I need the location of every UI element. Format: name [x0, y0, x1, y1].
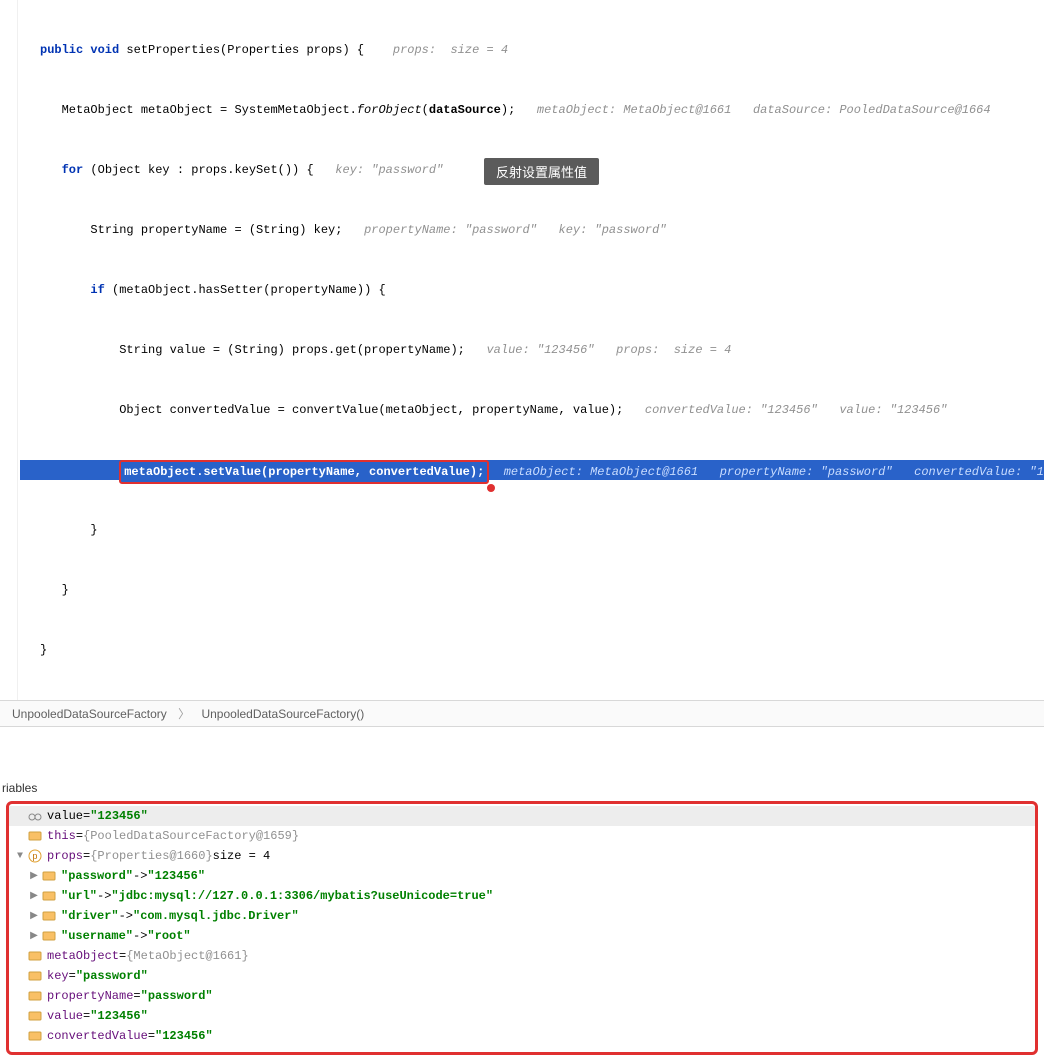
svg-text:p: p: [32, 852, 37, 862]
object-icon: [41, 908, 57, 924]
var-value: "123456": [155, 1029, 213, 1043]
breadcrumb-class[interactable]: UnpooledDataSourceFactory: [8, 707, 171, 721]
expand-arrow-icon[interactable]: ▼: [13, 851, 27, 862]
var-key: "password": [61, 869, 133, 883]
current-execution-line: metaObject.setValue(propertyName, conver…: [20, 460, 1044, 480]
editor-gutter: [0, 0, 18, 700]
object-icon: [27, 1028, 43, 1044]
var-value: "root": [147, 929, 190, 943]
var-name: metaObject: [47, 949, 119, 963]
variable-row[interactable]: metaObject = {MetaObject@1661}: [9, 946, 1035, 966]
var-name: key: [47, 969, 69, 983]
code-line: }: [20, 640, 1044, 660]
variable-row-child[interactable]: ▶ "url" -> "jdbc:mysql://127.0.0.1:3306/…: [9, 886, 1035, 906]
variable-row-child[interactable]: ▶ "password" -> "123456": [9, 866, 1035, 886]
code-line: String value = (String) props.get(proper…: [20, 340, 1044, 360]
object-icon: [41, 888, 57, 904]
expand-arrow-icon[interactable]: ▶: [27, 870, 41, 882]
object-icon: [27, 968, 43, 984]
variable-row[interactable]: key = "password": [9, 966, 1035, 986]
var-name: this: [47, 829, 76, 843]
var-name: props: [47, 849, 83, 863]
highlighted-call: metaObject.setValue(propertyName, conver…: [119, 460, 489, 484]
variable-row-child[interactable]: ▶ "username" -> "root": [9, 926, 1035, 946]
code-line: String propertyName = (String) key; prop…: [20, 220, 1044, 240]
variables-panel-title: riables: [0, 777, 1044, 799]
glasses-icon: [27, 808, 43, 824]
object-icon: [27, 1008, 43, 1024]
variable-row[interactable]: convertedValue = "123456": [9, 1026, 1035, 1046]
variable-row[interactable]: value = "123456": [9, 806, 1035, 826]
var-key: "username": [61, 929, 133, 943]
code-editor[interactable]: public void setProperties(Properties pro…: [0, 0, 1044, 700]
var-name: convertedValue: [47, 1029, 148, 1043]
breadcrumb-method[interactable]: UnpooledDataSourceFactory(): [197, 707, 368, 721]
var-name: propertyName: [47, 989, 133, 1003]
breakpoint-dot-icon: [487, 484, 495, 492]
var-value: {MetaObject@1661}: [126, 949, 248, 963]
chevron-right-icon: 〉: [174, 707, 194, 721]
var-key: "url": [61, 889, 97, 903]
code-line: }: [20, 580, 1044, 600]
code-line: public void setProperties(Properties pro…: [20, 40, 1044, 60]
object-icon: [41, 868, 57, 884]
code-line: Object convertedValue = convertValue(met…: [20, 400, 1044, 420]
var-key: "driver": [61, 909, 119, 923]
var-value: "com.mysql.jdbc.Driver": [133, 909, 299, 923]
expand-arrow-icon[interactable]: ▶: [27, 930, 41, 942]
var-value: {PooledDataSourceFactory@1659}: [83, 829, 299, 843]
parameter-icon: p: [27, 848, 43, 864]
variable-row-child[interactable]: ▶ "driver" -> "com.mysql.jdbc.Driver": [9, 906, 1035, 926]
variable-row[interactable]: value = "123456": [9, 1006, 1035, 1026]
code-line: }: [20, 520, 1044, 540]
var-value: "123456": [90, 809, 148, 823]
var-value: "password": [141, 989, 213, 1003]
code-line: MetaObject metaObject = SystemMetaObject…: [20, 100, 1044, 120]
var-name: value: [47, 1009, 83, 1023]
var-value: "123456": [147, 869, 205, 883]
object-icon: [41, 928, 57, 944]
expand-arrow-icon[interactable]: ▶: [27, 890, 41, 902]
breadcrumb[interactable]: UnpooledDataSourceFactory 〉 UnpooledData…: [0, 700, 1044, 727]
variable-row[interactable]: propertyName = "password": [9, 986, 1035, 1006]
var-value: "jdbc:mysql://127.0.0.1:3306/mybatis?use…: [111, 889, 493, 903]
var-value: "123456": [90, 1009, 148, 1023]
expand-arrow-icon[interactable]: ▶: [27, 910, 41, 922]
panel-gap: [0, 727, 1044, 777]
object-icon: [27, 988, 43, 1004]
var-value: {Properties@1660}: [90, 849, 212, 863]
var-value: "password": [76, 969, 148, 983]
code-line: if (metaObject.hasSetter(propertyName)) …: [20, 280, 1044, 300]
annotation-tooltip: 反射设置属性值: [484, 158, 599, 185]
object-icon: [27, 948, 43, 964]
variables-panel[interactable]: value = "123456" this = {PooledDataSourc…: [6, 801, 1038, 1055]
variable-row[interactable]: this = {PooledDataSourceFactory@1659}: [9, 826, 1035, 846]
object-icon: [27, 828, 43, 844]
var-name: value: [47, 809, 83, 823]
variable-row[interactable]: ▼ p props = {Properties@1660} size = 4: [9, 846, 1035, 866]
